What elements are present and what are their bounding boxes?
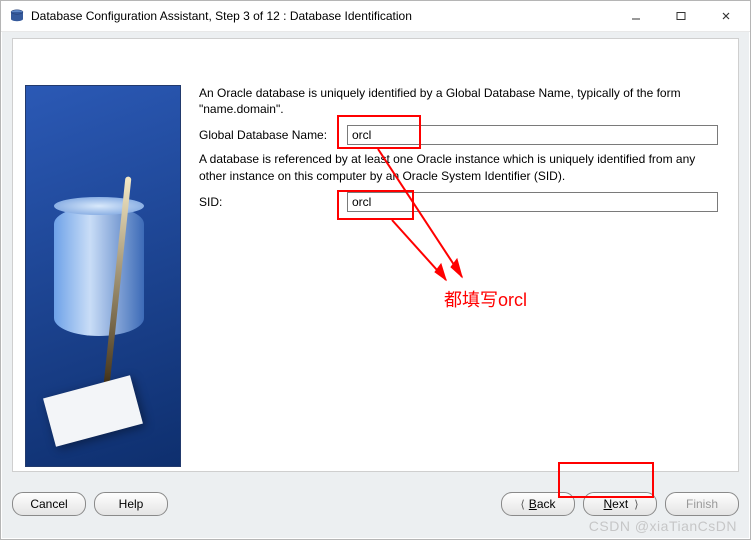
sid-row: SID: — [199, 192, 718, 212]
app-icon — [9, 8, 25, 24]
minimize-button[interactable] — [613, 2, 658, 30]
chevron-left-icon: ⟨ — [521, 498, 523, 511]
window-buttons — [613, 2, 748, 30]
intro-text: An Oracle database is uniquely identifie… — [199, 85, 718, 117]
global-db-name-input[interactable] — [347, 125, 718, 145]
sid-label: SID: — [199, 195, 347, 209]
sid-intro-text: A database is referenced by at least one… — [199, 151, 718, 183]
next-button[interactable]: Next ⟩ — [583, 492, 657, 516]
client-area: An Oracle database is uniquely identifie… — [2, 32, 749, 538]
back-button[interactable]: ⟨ Back — [501, 492, 575, 516]
chevron-right-icon: ⟩ — [634, 498, 636, 511]
dialog-window: Database Configuration Assistant, Step 3… — [0, 0, 751, 540]
global-db-name-label: Global Database Name: — [199, 128, 347, 142]
wizard-panel: An Oracle database is uniquely identifie… — [12, 38, 739, 472]
maximize-button[interactable] — [658, 2, 703, 30]
sid-input[interactable] — [347, 192, 718, 212]
finish-button: Finish — [665, 492, 739, 516]
global-db-name-row: Global Database Name: — [199, 125, 718, 145]
window-title: Database Configuration Assistant, Step 3… — [31, 9, 613, 23]
button-bar: Cancel Help ⟨ Back Next ⟩ Finish — [12, 484, 739, 524]
wizard-sidebar-image — [25, 85, 181, 467]
close-button[interactable] — [703, 2, 748, 30]
titlebar: Database Configuration Assistant, Step 3… — [1, 1, 750, 32]
cancel-button[interactable]: Cancel — [12, 492, 86, 516]
help-button[interactable]: Help — [94, 492, 168, 516]
wizard-content: An Oracle database is uniquely identifie… — [181, 79, 728, 463]
